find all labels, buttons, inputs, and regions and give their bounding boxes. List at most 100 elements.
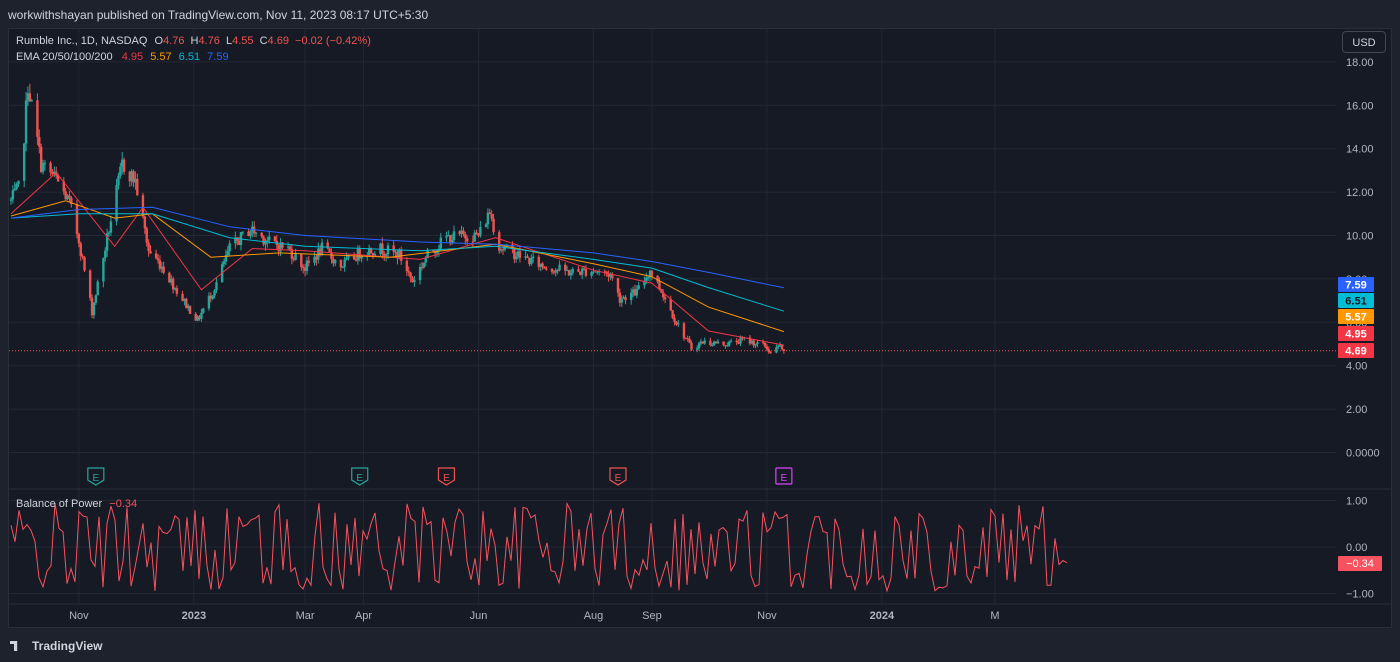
candle-body-210 bbox=[564, 264, 567, 271]
candle-body-56 bbox=[156, 258, 160, 261]
price-tag-label-3: 4.95 bbox=[1345, 329, 1366, 341]
candle-body-291 bbox=[777, 345, 780, 348]
candle-body-94 bbox=[254, 232, 258, 234]
bop-y-tick-label-0: 1.00 bbox=[1346, 496, 1367, 508]
candle-body-69 bbox=[188, 305, 192, 315]
tradingview-logo[interactable]: TradingView bbox=[10, 639, 102, 653]
candle-body-249 bbox=[663, 297, 667, 300]
candle-body-27 bbox=[79, 243, 82, 257]
candle-body-6 bbox=[24, 100, 28, 144]
y-tick-label-0: 0.0000 bbox=[1346, 448, 1380, 460]
bop-y-tick-label-2: −1.00 bbox=[1346, 589, 1374, 601]
candle-body-157 bbox=[422, 262, 426, 268]
candle-body-50 bbox=[141, 195, 145, 217]
symbol-legend: Rumble Inc., 1D, NASDAQ O4.76 H4.76 L4.5… bbox=[16, 35, 371, 47]
candle-body-78 bbox=[213, 290, 216, 296]
candle-body-79 bbox=[215, 282, 218, 291]
candle-body-121 bbox=[328, 248, 331, 253]
candle-body-185 bbox=[498, 232, 501, 251]
candle-body-232 bbox=[620, 298, 623, 303]
currency-button[interactable]: USD bbox=[1342, 31, 1386, 53]
candle-body-11 bbox=[38, 136, 41, 147]
candle-body-250 bbox=[669, 299, 672, 311]
candle-body-62 bbox=[171, 278, 175, 290]
ema20-value: 4.95 bbox=[121, 51, 144, 63]
candle-body-219 bbox=[584, 269, 588, 276]
ema-line-ema-50 bbox=[10, 200, 785, 333]
candle-body-174 bbox=[465, 238, 469, 242]
candle-body-53 bbox=[147, 242, 150, 252]
candle-body-172 bbox=[462, 230, 465, 235]
candle-body-286 bbox=[763, 342, 767, 347]
tradingview-brand: TradingView bbox=[32, 639, 103, 653]
y-tick-label-1: 2.00 bbox=[1346, 404, 1367, 416]
candle-body-198 bbox=[530, 258, 533, 264]
bop-value-tag-label: −0.34 bbox=[1346, 558, 1374, 570]
candle-body-180 bbox=[484, 224, 488, 228]
candle-body-32 bbox=[92, 302, 96, 316]
earnings-marker-label-4: E bbox=[781, 473, 788, 484]
candle-body-289 bbox=[769, 352, 772, 354]
x-tick-label-5: Aug bbox=[584, 610, 604, 622]
price-tag-label-0: 7.59 bbox=[1345, 280, 1366, 292]
candle-body-177 bbox=[475, 232, 478, 235]
candle-body-270 bbox=[722, 341, 725, 346]
earnings-marker-label-2: E bbox=[443, 473, 450, 484]
y-tick-label-5: 10.00 bbox=[1346, 231, 1374, 243]
candle-body-59 bbox=[162, 266, 165, 273]
candle-body-213 bbox=[569, 272, 573, 276]
candle-body-34 bbox=[96, 281, 99, 296]
candle-body-15 bbox=[49, 162, 52, 173]
candles bbox=[9, 83, 786, 354]
x-tick-label-0: Nov bbox=[69, 610, 89, 622]
candle-body-214 bbox=[571, 269, 574, 273]
candle-body-145 bbox=[392, 245, 395, 252]
candle-body-35 bbox=[102, 258, 105, 282]
candle-body-155 bbox=[418, 267, 422, 281]
footer bbox=[0, 628, 1400, 662]
candle-body-259 bbox=[690, 342, 693, 350]
candle-body-269 bbox=[716, 341, 720, 344]
candle-body-239 bbox=[637, 285, 640, 289]
candle-body-119 bbox=[320, 242, 324, 255]
candle-body-100 bbox=[273, 236, 277, 241]
y-tick-label-6: 12.00 bbox=[1346, 187, 1374, 199]
candle-body-273 bbox=[728, 341, 731, 346]
bop-value: −0.34 bbox=[109, 498, 138, 510]
candle-body-42 bbox=[119, 166, 122, 176]
candle-body-83 bbox=[226, 251, 229, 256]
candle-body-39 bbox=[109, 221, 113, 233]
candle-body-255 bbox=[682, 323, 686, 339]
y-tick-label-7: 14.00 bbox=[1346, 144, 1374, 156]
candle-body-230 bbox=[616, 278, 620, 293]
bop-y-tick-label-1: 0.00 bbox=[1346, 542, 1367, 554]
candle-body-152 bbox=[409, 272, 412, 278]
candle-body-208 bbox=[556, 270, 559, 272]
candle-body-238 bbox=[635, 288, 639, 296]
bop-label: Balance of Power bbox=[16, 498, 103, 510]
low-value: 4.55 bbox=[232, 35, 254, 47]
ema50-value: 5.57 bbox=[150, 51, 172, 63]
candle-body-251 bbox=[671, 310, 674, 318]
price-chart[interactable]: EEEEE0.00002.004.006.008.0010.0012.0014.… bbox=[0, 0, 1400, 662]
candle-body-77 bbox=[211, 295, 214, 299]
price-tag-label-1: 6.51 bbox=[1345, 296, 1366, 308]
ema-label: EMA 20/50/100/200 bbox=[16, 51, 113, 63]
candle-body-283 bbox=[754, 343, 757, 346]
candle-body-293 bbox=[780, 344, 784, 350]
candle-body-165 bbox=[445, 236, 448, 238]
candle-body-41 bbox=[117, 175, 120, 185]
earnings-marker-label-3: E bbox=[615, 473, 622, 484]
candle-body-114 bbox=[307, 260, 311, 263]
candle-body-110 bbox=[300, 254, 303, 268]
candle-body-44 bbox=[122, 159, 126, 172]
x-tick-label-4: Jun bbox=[470, 610, 488, 622]
candle-body-244 bbox=[650, 270, 654, 276]
ema-legend: EMA 20/50/100/200 4.95 5.57 6.51 7.59 bbox=[16, 51, 229, 63]
candle-body-81 bbox=[222, 261, 226, 265]
change-value: −0.02 (−0.42%) bbox=[295, 35, 371, 47]
candle-body-13 bbox=[41, 163, 45, 172]
candle-body-275 bbox=[735, 340, 738, 343]
candle-body-254 bbox=[677, 323, 680, 325]
candle-body-203 bbox=[543, 266, 546, 269]
